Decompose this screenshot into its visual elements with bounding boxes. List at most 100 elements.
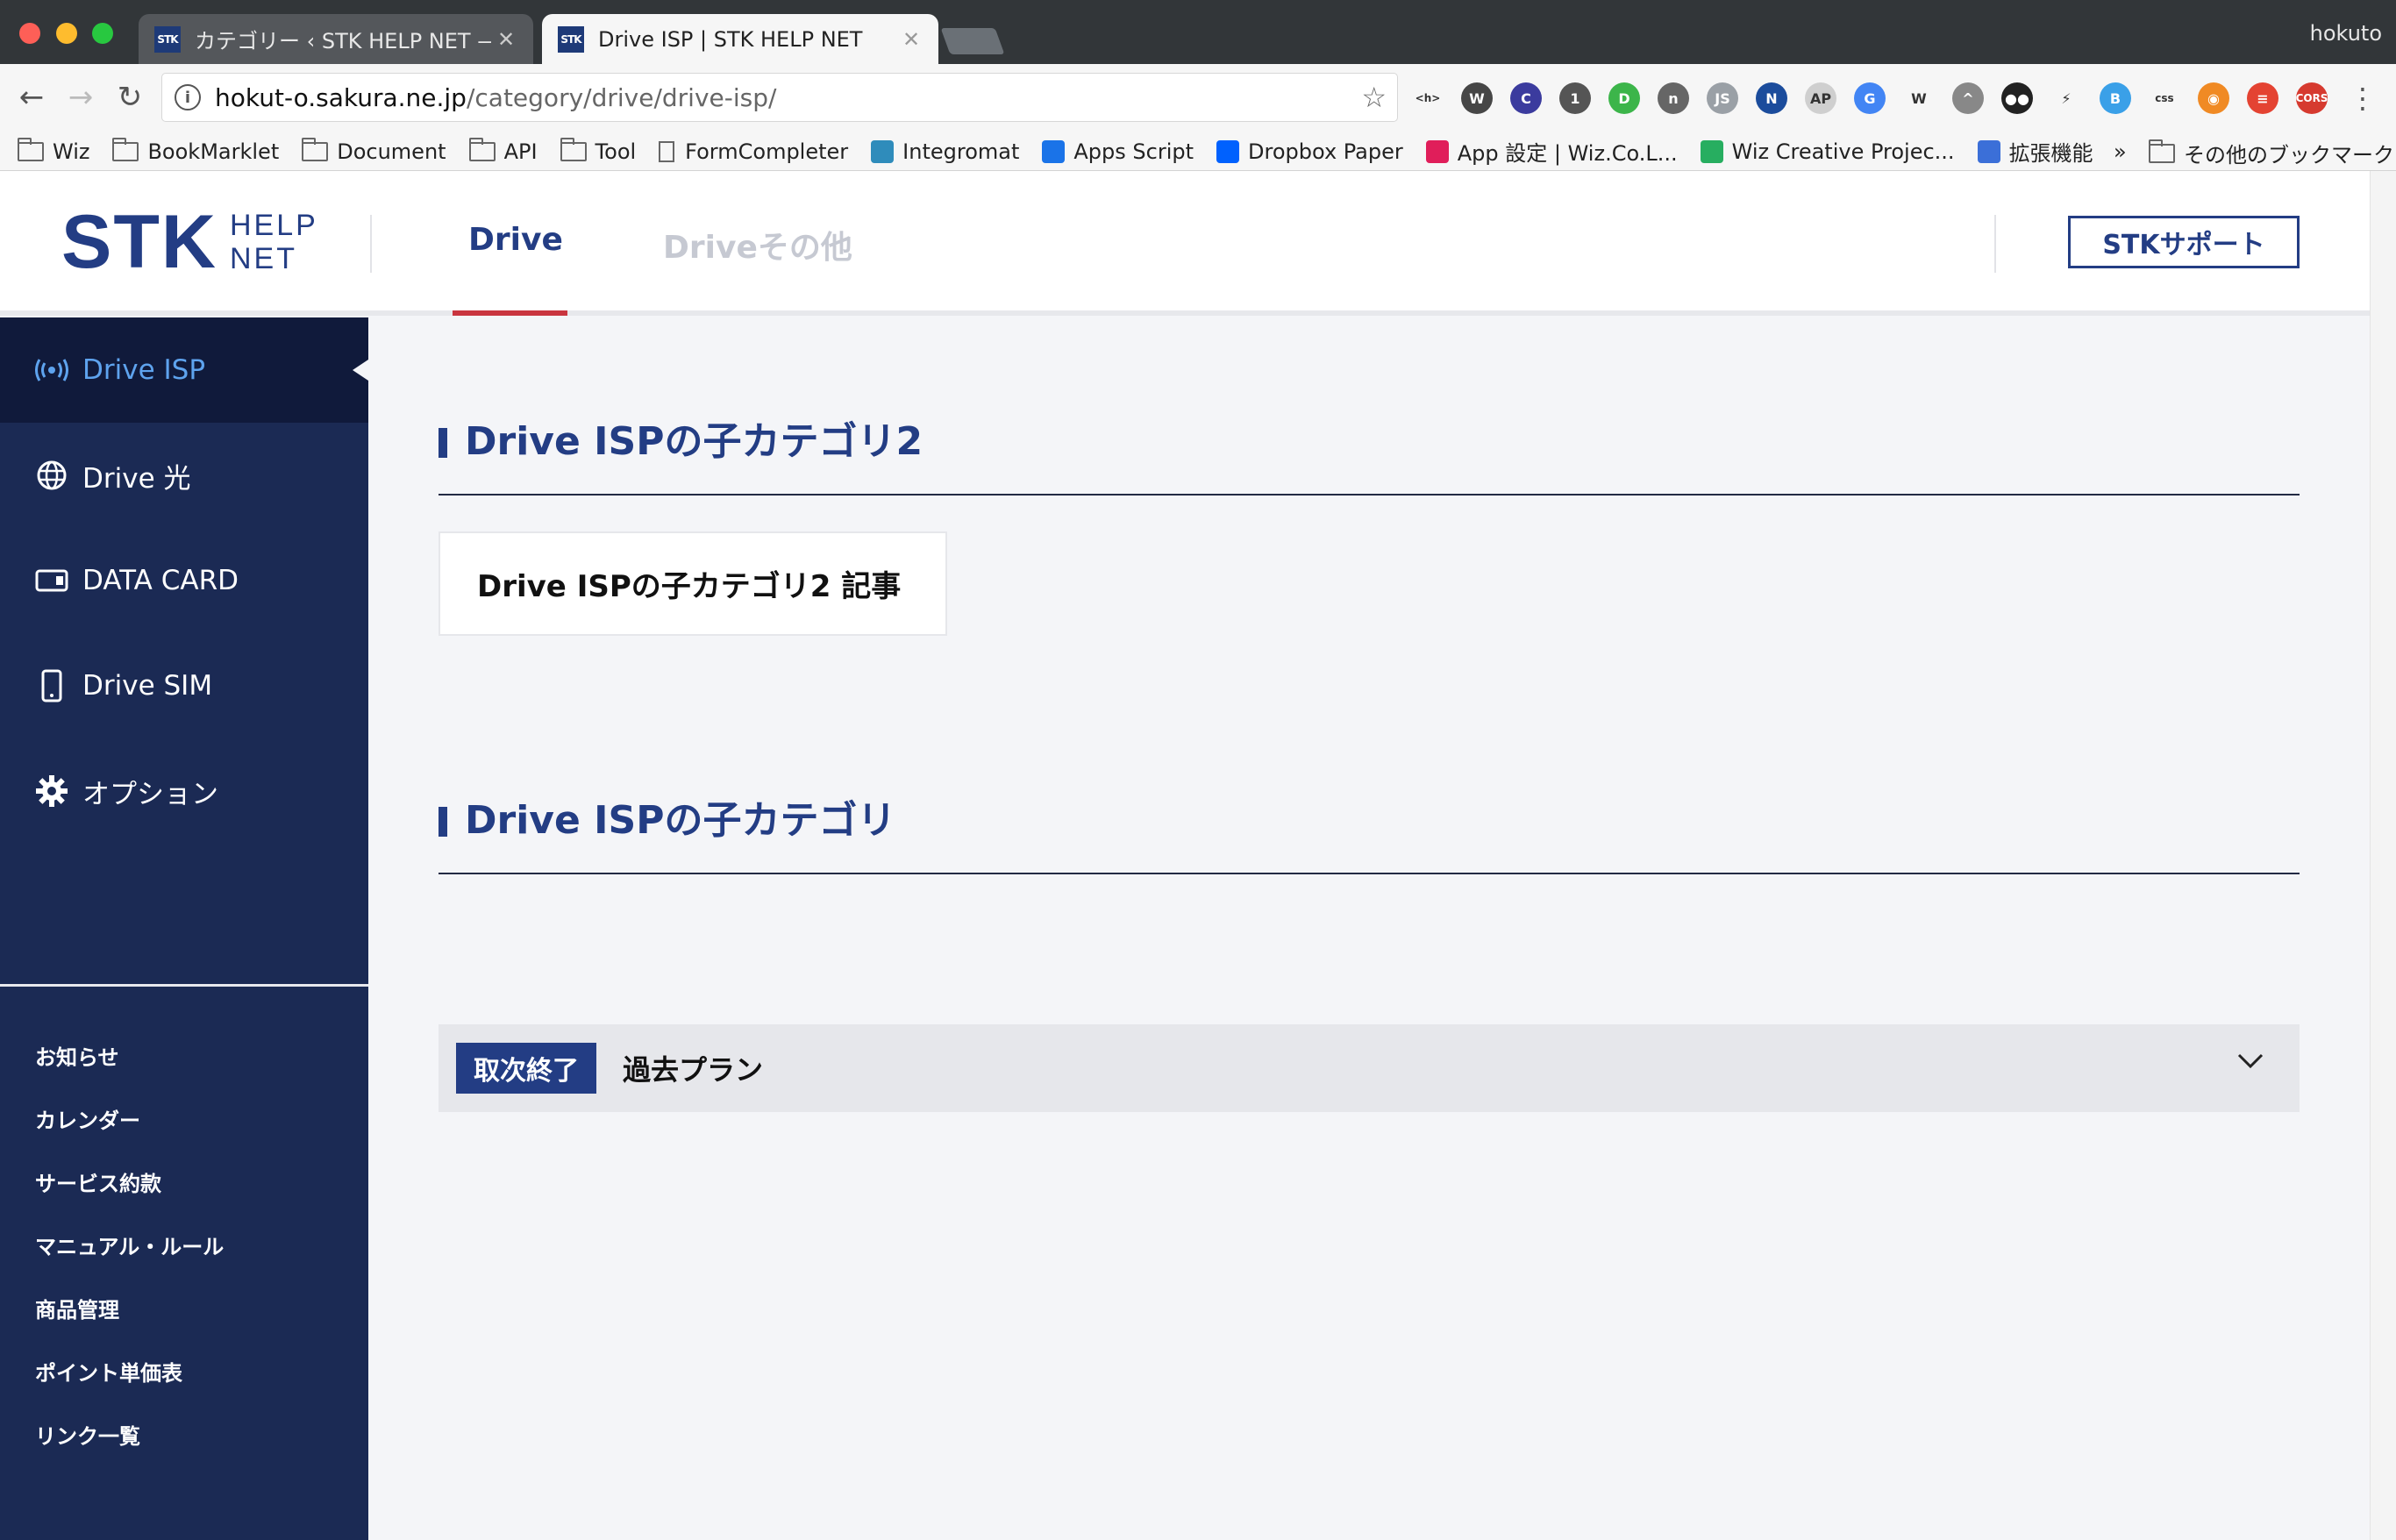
1password-icon[interactable]: 1 xyxy=(1559,82,1591,114)
browser-tab-categories[interactable]: STK カテゴリー ‹ STK HELP NET — ✕ xyxy=(139,14,533,64)
tab-title: Drive ISP | STK HELP NET xyxy=(598,26,863,52)
nav-active-underline xyxy=(453,310,567,316)
section-title-subcategory: Drive ISPの子カテゴリ xyxy=(439,798,895,844)
forward-arrow-icon[interactable]: → xyxy=(63,80,98,115)
bookmark-item[interactable]: Document xyxy=(302,137,446,164)
folder-icon xyxy=(112,137,139,161)
section-title-subcategory2: Drive ISPの子カテゴリ2 xyxy=(439,419,923,465)
extensions-bar: <h> W C 1 Dn JS N AP G W ^ ●● ⚡ Bcss ◉ ≡ CORS xyxy=(1412,80,2345,117)
address-bar[interactable]: i hokut-o.sakura.ne.jp/category/drive/dr… xyxy=(161,73,1398,122)
profile-name[interactable]: hokuto xyxy=(2310,21,2382,46)
sidebar-link-links[interactable]: リンク一覧 xyxy=(35,1419,140,1450)
stk-support-button[interactable]: STKサポート xyxy=(2068,216,2300,268)
logo-sub-help: HELP xyxy=(230,209,318,242)
url-host: hokut-o.sakura.ne.jp xyxy=(215,82,467,112)
page-icon xyxy=(659,140,675,162)
translate-icon[interactable]: G xyxy=(1854,82,1886,114)
dropbox-icon xyxy=(1216,139,1240,163)
sidebar-link-calendar[interactable]: カレンダー xyxy=(35,1103,140,1134)
bookmark-item[interactable]: 拡張機能 xyxy=(1977,136,2093,167)
phone-icon xyxy=(35,669,68,702)
bookmark-label: Tool xyxy=(595,139,637,164)
new-tab-button[interactable] xyxy=(940,28,1005,54)
ap-icon[interactable]: AP xyxy=(1805,82,1836,114)
n-frame-icon[interactable]: N xyxy=(1756,82,1787,114)
nav-drive[interactable]: Drive xyxy=(468,222,563,258)
w-icon[interactable]: W xyxy=(1903,82,1935,114)
sidebar-link-manual[interactable]: マニュアル・ルール xyxy=(35,1230,224,1260)
logo-sub-text: HELP NET xyxy=(230,209,318,275)
pb-icon[interactable]: B xyxy=(2100,82,2131,114)
bookmark-label: Dropbox Paper xyxy=(1248,139,1403,164)
c-circle-icon[interactable]: C xyxy=(1510,82,1542,114)
other-bookmarks-folder[interactable]: その他のブックマーク xyxy=(2149,138,2394,168)
article-card[interactable]: Drive ISPの子カテゴリ2 記事 xyxy=(439,531,947,636)
browser-tab-drive-isp[interactable]: STK Drive ISP | STK HELP NET ✕ xyxy=(542,14,938,64)
maximize-window-button[interactable] xyxy=(92,23,113,44)
cors-icon[interactable]: CORS xyxy=(2296,82,2328,114)
browser-toolbar: ← → ↻ i hokut-o.sakura.ne.jp/category/dr… xyxy=(0,64,2396,132)
tab-close-icon[interactable]: ✕ xyxy=(896,27,926,52)
css-icon[interactable]: css xyxy=(2149,82,2180,114)
reload-icon[interactable]: ↻ xyxy=(112,80,147,115)
bookmark-star-icon[interactable]: ☆ xyxy=(1361,81,1387,114)
stk-logo[interactable]: STK HELP NET xyxy=(61,204,318,280)
sidebar-item-drive-sim[interactable]: Drive SIM xyxy=(0,633,368,738)
url-path: /category/drive/drive-isp/ xyxy=(466,82,777,112)
green-d-icon[interactable]: D xyxy=(1608,82,1640,114)
sidebar: Drive ISP Drive 光 DATA CARD Drive SIM オプ… xyxy=(0,317,368,1540)
sidebar-link-products[interactable]: 商品管理 xyxy=(35,1293,119,1323)
bookmark-item[interactable]: Apps Script xyxy=(1042,139,1194,164)
section-rule xyxy=(439,494,2300,496)
bolt-icon[interactable]: ⚡ xyxy=(2050,82,2082,114)
sidebar-link-point-table[interactable]: ポイント単価表 xyxy=(35,1356,182,1387)
page-scrollbar[interactable] xyxy=(2370,171,2396,1540)
todoist-icon[interactable]: ≡ xyxy=(2247,82,2278,114)
bookmark-item[interactable]: BookMarklet xyxy=(112,137,279,164)
close-window-button[interactable] xyxy=(19,23,40,44)
card-icon xyxy=(35,564,68,597)
minimize-window-button[interactable] xyxy=(56,23,77,44)
sidebar-item-options[interactable]: オプション xyxy=(0,738,368,844)
nav-drive-other[interactable]: Driveその他 xyxy=(663,222,852,267)
bookmark-item[interactable]: Integromat xyxy=(871,139,1019,164)
status-badge: 取次終了 xyxy=(456,1043,596,1094)
sidebar-divider xyxy=(0,984,368,987)
bookmark-label: Wiz xyxy=(53,139,90,164)
wordpress-icon[interactable]: W xyxy=(1461,82,1493,114)
bookmark-item[interactable]: Wiz Creative Projec... xyxy=(1700,139,1955,164)
bookmark-item[interactable]: Tool xyxy=(560,137,637,164)
tab-close-icon[interactable]: ✕ xyxy=(491,27,521,52)
bookmark-item[interactable]: App 設定 | Wiz.Co.L... xyxy=(1425,136,1678,167)
hat-icon[interactable]: ^ xyxy=(1952,82,1984,114)
bookmark-item[interactable]: Dropbox Paper xyxy=(1216,139,1403,164)
stk-favicon-icon: STK xyxy=(154,25,181,53)
past-plans-accordion[interactable]: 取次終了 過去プラン xyxy=(439,1024,2300,1112)
back-arrow-icon[interactable]: ← xyxy=(14,80,49,115)
sidebar-link-news[interactable]: お知らせ xyxy=(35,1040,119,1071)
header-divider xyxy=(370,215,372,273)
tampermonkey-icon[interactable]: ●● xyxy=(2001,82,2033,114)
hex-n-icon[interactable]: n xyxy=(1658,82,1689,114)
sidebar-link-terms[interactable]: サービス約款 xyxy=(35,1166,161,1197)
bookmark-item[interactable]: FormCompleter xyxy=(659,139,848,164)
rss-icon[interactable]: ◉ xyxy=(2198,82,2229,114)
sidebar-item-drive-hikari[interactable]: Drive 光 xyxy=(0,423,368,528)
js-icon[interactable]: JS xyxy=(1707,82,1738,114)
bookmark-item[interactable]: API xyxy=(468,137,538,164)
sidebar-item-label: Drive 光 xyxy=(82,462,191,495)
sidebar-item-data-card[interactable]: DATA CARD xyxy=(0,528,368,633)
browser-menu-icon[interactable]: ⋮ xyxy=(2349,82,2377,115)
stk-favicon-icon: STK xyxy=(558,25,584,53)
tab-title: カテゴリー ‹ STK HELP NET — xyxy=(195,29,491,53)
chevron-down-icon[interactable] xyxy=(2236,1052,2264,1073)
folder-icon xyxy=(18,137,44,161)
html-tag-icon[interactable]: <h> xyxy=(1412,82,1444,114)
bookmarks-overflow-button[interactable]: » xyxy=(2114,139,2127,164)
bookmark-item[interactable]: Wiz xyxy=(18,137,90,164)
bookmark-label: App 設定 | Wiz.Co.L... xyxy=(1457,141,1678,166)
bookmark-label: FormCompleter xyxy=(685,139,849,164)
sidebar-item-label: DATA CARD xyxy=(82,565,239,596)
site-info-icon[interactable]: i xyxy=(175,84,201,111)
sidebar-item-drive-isp[interactable]: Drive ISP xyxy=(0,317,368,423)
